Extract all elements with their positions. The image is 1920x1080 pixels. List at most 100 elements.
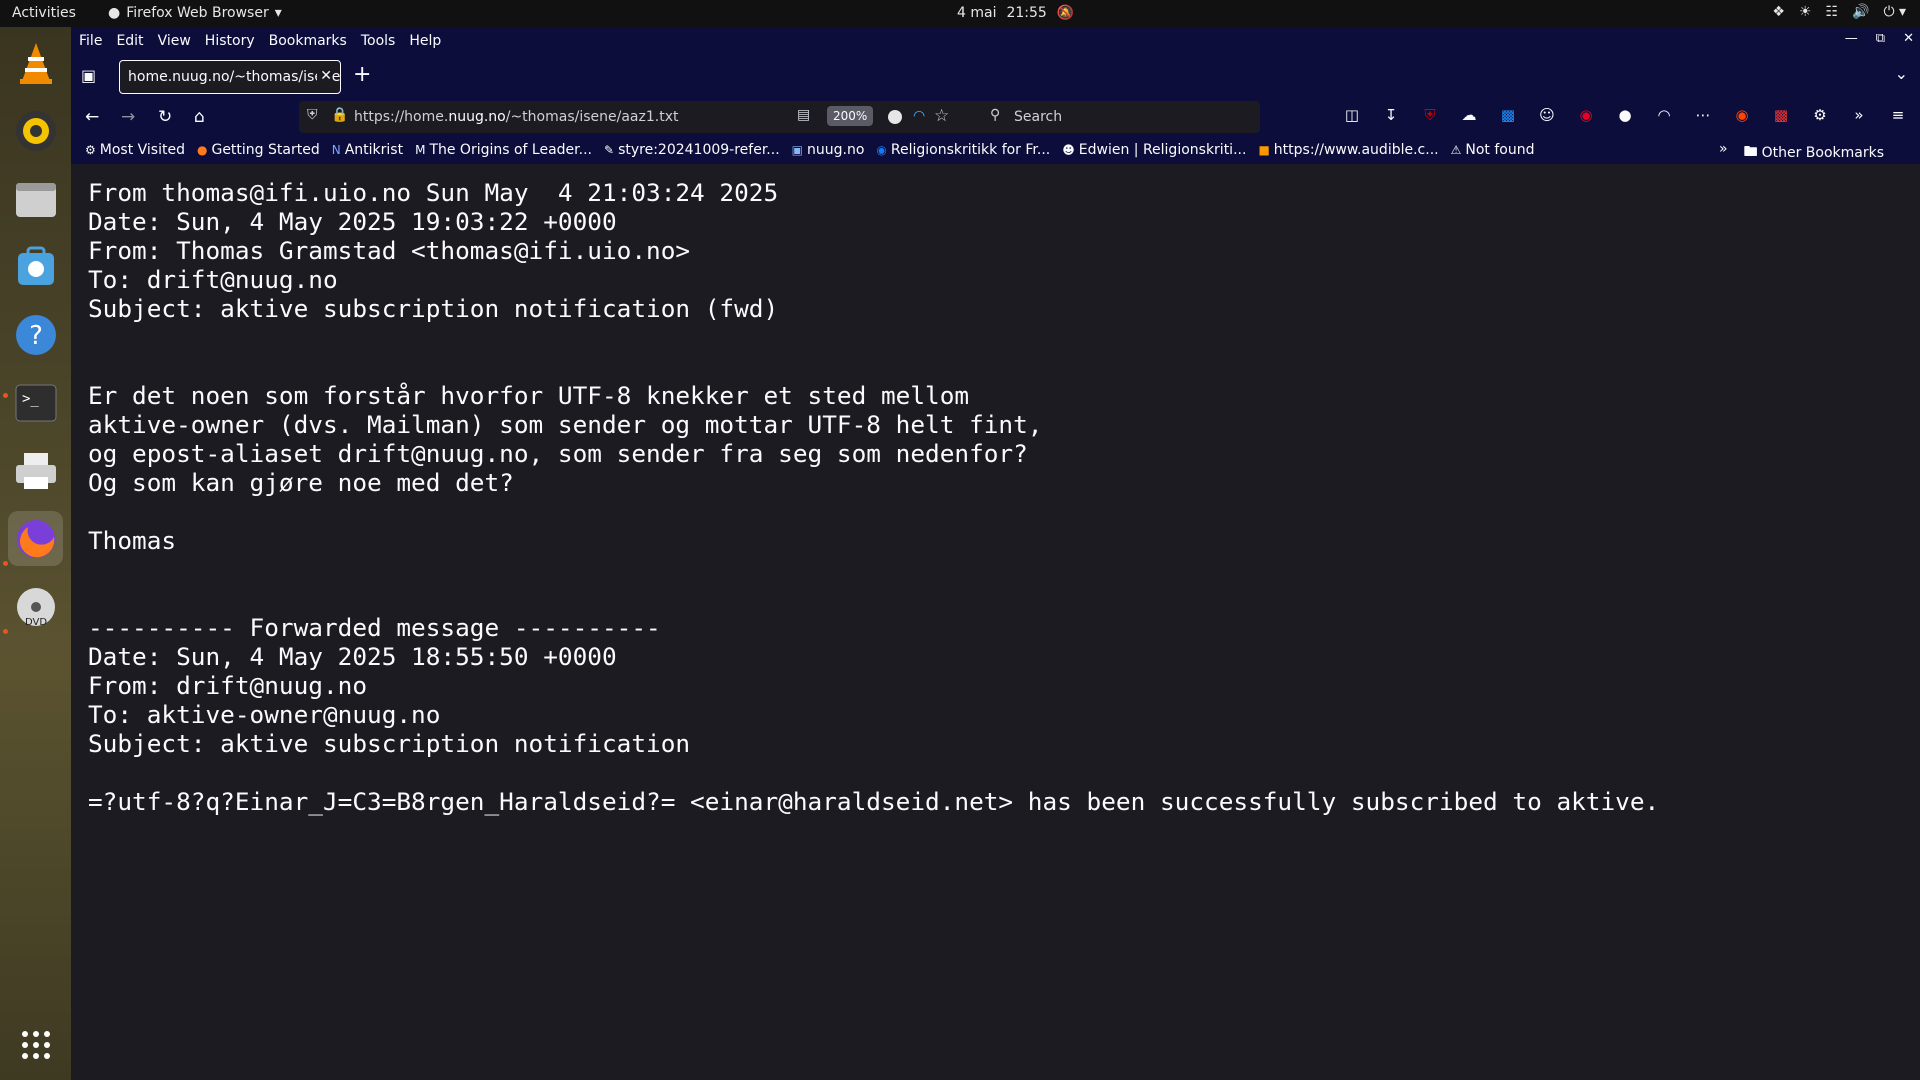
extension-arc-icon[interactable]: ◠ — [1653, 106, 1675, 124]
extension-red-icon[interactable]: ◉ — [1731, 106, 1753, 124]
url-bar[interactable]: ⛨ 🔒 https://home.nuug.no/~thomas/isene/a… — [299, 101, 1040, 133]
files-icon[interactable] — [8, 171, 63, 226]
firefox-window: File Edit View History Bookmarks Tools H… — [71, 27, 1920, 1080]
reader-view-icon[interactable]: ▤ — [797, 107, 810, 123]
menu-history[interactable]: History — [198, 33, 262, 49]
rhythmbox-icon[interactable] — [8, 103, 63, 158]
audible-icon: ■ — [1258, 143, 1270, 157]
close-tab-icon[interactable]: ✕ — [317, 68, 332, 84]
bookmarks-overflow-icon[interactable]: » — [1719, 141, 1728, 165]
gear-icon: ⚙ — [85, 143, 96, 157]
volume-icon: 🔊 — [1852, 4, 1870, 20]
help-icon[interactable]: ? — [8, 307, 63, 362]
bookmark-edwien[interactable]: ☻ Edwien | Religionskriti... — [1062, 142, 1246, 158]
tab-bar: ▣ home.nuug.no/~thomas/isene/aaz1.txt ✕ … — [71, 54, 1920, 98]
tab-title: home.nuug.no/~thomas/isene/aaz1.txt — [128, 69, 341, 85]
svg-text:DVD: DVD — [24, 617, 46, 628]
svg-text:>_: >_ — [22, 391, 39, 407]
network-icon: ☷ — [1825, 4, 1838, 20]
bookmark-not-found[interactable]: ⚠ Not found — [1451, 142, 1535, 158]
forward-icon[interactable]: → — [121, 107, 135, 127]
menu-tools[interactable]: Tools — [354, 33, 403, 49]
window-controls: — ⧉ ✕ — [1845, 31, 1914, 46]
bookmark-star-icon[interactable]: ☆ — [934, 106, 949, 126]
folder-icon: 🖿 — [1743, 144, 1758, 160]
back-icon[interactable]: ← — [85, 107, 99, 127]
m-icon: M — [415, 143, 426, 157]
chevron-down-icon: ▾ — [274, 5, 282, 21]
url-text[interactable]: https://home.nuug.no/~thomas/isene/aaz1.… — [354, 109, 678, 125]
terminal-icon[interactable]: >_ — [8, 375, 63, 430]
software-center-icon[interactable] — [8, 239, 63, 294]
menu-bar: File Edit View History Bookmarks Tools H… — [71, 27, 1920, 54]
clock-time: 21:55 — [1006, 5, 1047, 21]
power-icon[interactable]: ⏻ ▾ — [1883, 4, 1906, 20]
search-placeholder: Search — [1014, 109, 1063, 125]
tracking-protection-icon[interactable]: ⛨ — [307, 107, 318, 123]
close-window-icon[interactable]: ✕ — [1903, 31, 1914, 46]
menu-view[interactable]: View — [151, 33, 198, 49]
extension-dots-icon[interactable]: ⋯ — [1692, 106, 1714, 124]
list-all-tabs-icon[interactable]: ⌄ — [1895, 64, 1908, 83]
gnome-top-bar: Activities ● Firefox Web Browser ▾ 4 mai… — [0, 0, 1920, 27]
clock[interactable]: 4 mai 21:55 🔕 — [957, 5, 1074, 21]
app-menu[interactable]: ● Firefox Web Browser ▾ — [108, 5, 282, 21]
navigation-toolbar: ← → ↻ ⌂ ⛨ 🔒 https://home.nuug.no/~thomas… — [71, 98, 1920, 136]
doc-icon: ✎ — [604, 143, 615, 157]
minimize-icon[interactable]: — — [1845, 31, 1858, 46]
new-tab-button[interactable]: + — [353, 62, 371, 87]
printer-icon[interactable] — [8, 443, 63, 498]
extension-circle-icon[interactable] — [888, 110, 902, 124]
extension-cloud-icon[interactable]: ☁ — [1458, 106, 1480, 124]
menu-file[interactable]: File — [71, 33, 109, 49]
account-icon[interactable]: ☺ — [1536, 106, 1558, 124]
menu-edit[interactable]: Edit — [109, 33, 150, 49]
n-icon: N — [331, 143, 341, 157]
search-input[interactable]: ⚲ Search — [980, 101, 1260, 133]
lock-icon[interactable]: 🔒 — [331, 107, 348, 123]
restore-icon[interactable]: ⧉ — [1876, 31, 1885, 46]
zoom-level-button[interactable]: 200% — [827, 106, 874, 126]
bookmark-nuug[interactable]: ▣ nuug.no — [792, 142, 865, 158]
bookmark-most-visited[interactable]: ⚙ Most Visited — [85, 142, 185, 158]
extensions-puzzle-icon[interactable]: ⚙ — [1809, 106, 1831, 124]
dvd-icon[interactable]: DVD — [8, 579, 63, 634]
vlc-icon[interactable] — [8, 35, 63, 90]
extension-gift-icon[interactable]: ▩ — [1770, 106, 1792, 124]
bookmark-styre[interactable]: ✎ styre:20241009-refer... — [604, 142, 780, 158]
bookmark-antikrist[interactable]: N Antikrist — [332, 142, 403, 158]
system-tray[interactable]: ❖ ☀ ☷ 🔊 ⏻ ▾ — [1772, 4, 1906, 20]
clock-date: 4 mai — [957, 5, 997, 21]
reload-icon[interactable]: ↻ — [158, 107, 172, 127]
bookmark-religionskritikk[interactable]: ◉ Religionskritikk for Fr... — [876, 142, 1050, 158]
tab-active[interactable]: home.nuug.no/~thomas/isene/aaz1.txt ✕ — [119, 60, 341, 94]
person-icon: ☻ — [1062, 143, 1075, 157]
bookmark-origins-leader[interactable]: M The Origins of Leader... — [415, 142, 592, 158]
extension-toolbar: ◫ ↧ ⛨ ☁ ▩ ☺ ◉ ● ◠ ⋯ ◉ ▩ ⚙ » ≡ — [1341, 106, 1909, 124]
app-grid-icon[interactable] — [8, 1017, 63, 1072]
downloads-icon[interactable]: ↧ — [1380, 106, 1402, 124]
home-icon[interactable]: ⌂ — [194, 107, 205, 127]
dropbox-icon[interactable]: ❖ — [1772, 4, 1785, 20]
firefox-view-icon[interactable]: ▣ — [81, 66, 96, 85]
overflow-chevron-icon[interactable]: » — [1848, 106, 1870, 124]
ublock-icon[interactable]: ⛨ — [1419, 106, 1441, 124]
bookmark-getting-started[interactable]: ● Getting Started — [197, 142, 320, 158]
notifications-muted-icon: 🔕 — [1056, 5, 1075, 21]
ubuntu-dock: ? >_ DVD — [0, 27, 71, 1080]
other-bookmarks[interactable]: 🖿 Other Bookmarks — [1744, 141, 1884, 165]
pinterest-icon[interactable]: ◉ — [1575, 106, 1597, 124]
menu-bookmarks[interactable]: Bookmarks — [262, 33, 354, 49]
firefox-dock-icon[interactable] — [8, 511, 63, 566]
menu-help[interactable]: Help — [402, 33, 448, 49]
extension-white-circle-icon[interactable]: ● — [1614, 106, 1636, 124]
loading-arc-icon[interactable]: ◠ — [913, 108, 925, 124]
extension-s-icon[interactable]: ▩ — [1497, 106, 1519, 124]
firefox-icon: ● — [196, 143, 208, 157]
bookmarks-toolbar: ⚙ Most Visited ● Getting Started N Antikris… — [71, 136, 1920, 164]
hamburger-menu-icon[interactable]: ≡ — [1887, 106, 1909, 124]
bookmark-audible[interactable]: ■ https://www.audible.c... — [1258, 142, 1438, 158]
activities-button[interactable]: Activities — [12, 5, 76, 21]
svg-text:?: ? — [29, 321, 43, 351]
pocket-icon[interactable]: ◫ — [1341, 106, 1363, 124]
